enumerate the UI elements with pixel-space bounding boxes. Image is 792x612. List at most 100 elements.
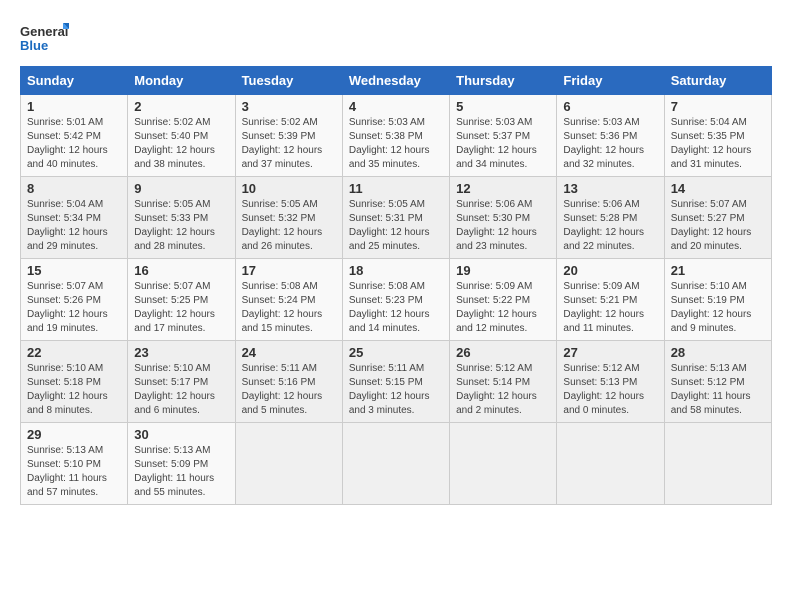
calendar-cell: 22 Sunrise: 5:10 AMSunset: 5:18 PMDayligh… (21, 341, 128, 423)
day-info: Sunrise: 5:09 AMSunset: 5:21 PMDaylight:… (563, 280, 657, 336)
calendar-cell: 11 Sunrise: 5:05 AMSunset: 5:31 PMDayligh… (342, 177, 449, 259)
calendar-cell: 4 Sunrise: 5:03 AMSunset: 5:38 PMDaylight… (342, 95, 449, 177)
calendar-cell: 13 Sunrise: 5:06 AMSunset: 5:28 PMDayligh… (557, 177, 664, 259)
day-number: 22 (27, 345, 121, 360)
calendar-header-sunday: Sunday (21, 67, 128, 95)
day-info: Sunrise: 5:07 AMSunset: 5:27 PMDaylight:… (671, 198, 765, 254)
day-number: 11 (349, 181, 443, 196)
header: General Blue (20, 20, 772, 56)
day-info: Sunrise: 5:12 AMSunset: 5:14 PMDaylight:… (456, 362, 550, 418)
day-number: 6 (563, 99, 657, 114)
day-number: 19 (456, 263, 550, 278)
day-info: Sunrise: 5:07 AMSunset: 5:26 PMDaylight:… (27, 280, 121, 336)
calendar-cell: 1 Sunrise: 5:01 AMSunset: 5:42 PMDaylight… (21, 95, 128, 177)
day-info: Sunrise: 5:03 AMSunset: 5:36 PMDaylight:… (563, 116, 657, 172)
calendar-cell: 14Sunrise: 5:07 AMSunset: 5:27 PMDayligh… (664, 177, 771, 259)
day-info: Sunrise: 5:07 AMSunset: 5:25 PMDaylight:… (134, 280, 228, 336)
day-info: Sunrise: 5:11 AMSunset: 5:16 PMDaylight:… (242, 362, 336, 418)
calendar-cell: 29Sunrise: 5:13 AMSunset: 5:10 PMDayligh… (21, 423, 128, 505)
calendar-header-row: SundayMondayTuesdayWednesdayThursdayFrid… (21, 67, 772, 95)
day-number: 9 (134, 181, 228, 196)
day-number: 15 (27, 263, 121, 278)
calendar-week-3: 15 Sunrise: 5:07 AMSunset: 5:26 PMDayligh… (21, 259, 772, 341)
calendar-cell (557, 423, 664, 505)
day-info: Sunrise: 5:04 AMSunset: 5:34 PMDaylight:… (27, 198, 121, 254)
calendar-cell: 6 Sunrise: 5:03 AMSunset: 5:36 PMDaylight… (557, 95, 664, 177)
logo: General Blue (20, 20, 70, 56)
day-number: 3 (242, 99, 336, 114)
day-info: Sunrise: 5:10 AMSunset: 5:18 PMDaylight:… (27, 362, 121, 418)
calendar-header-friday: Friday (557, 67, 664, 95)
logo-svg: General Blue (20, 20, 70, 56)
day-number: 17 (242, 263, 336, 278)
calendar-cell: 16 Sunrise: 5:07 AMSunset: 5:25 PMDayligh… (128, 259, 235, 341)
day-info: Sunrise: 5:06 AMSunset: 5:28 PMDaylight:… (563, 198, 657, 254)
calendar-cell: 18Sunrise: 5:08 AMSunset: 5:23 PMDayligh… (342, 259, 449, 341)
calendar-cell: 10Sunrise: 5:05 AMSunset: 5:32 PMDayligh… (235, 177, 342, 259)
calendar-cell: 26 Sunrise: 5:12 AMSunset: 5:14 PMDayligh… (450, 341, 557, 423)
day-info: Sunrise: 5:01 AMSunset: 5:42 PMDaylight:… (27, 116, 121, 172)
day-number: 28 (671, 345, 765, 360)
calendar-week-1: 1 Sunrise: 5:01 AMSunset: 5:42 PMDaylight… (21, 95, 772, 177)
day-number: 8 (27, 181, 121, 196)
calendar-cell: 12 Sunrise: 5:06 AMSunset: 5:30 PMDayligh… (450, 177, 557, 259)
calendar-cell: 7 Sunrise: 5:04 AMSunset: 5:35 PMDaylight… (664, 95, 771, 177)
calendar-cell (235, 423, 342, 505)
day-number: 7 (671, 99, 765, 114)
calendar-cell (450, 423, 557, 505)
day-info: Sunrise: 5:04 AMSunset: 5:35 PMDaylight:… (671, 116, 765, 172)
calendar-week-4: 22 Sunrise: 5:10 AMSunset: 5:18 PMDayligh… (21, 341, 772, 423)
day-info: Sunrise: 5:13 AMSunset: 5:12 PMDaylight:… (671, 362, 765, 418)
calendar-cell: 24 Sunrise: 5:11 AMSunset: 5:16 PMDayligh… (235, 341, 342, 423)
day-number: 4 (349, 99, 443, 114)
calendar-header-thursday: Thursday (450, 67, 557, 95)
calendar-cell: 8 Sunrise: 5:04 AMSunset: 5:34 PMDaylight… (21, 177, 128, 259)
day-info: Sunrise: 5:02 AMSunset: 5:39 PMDaylight:… (242, 116, 336, 172)
calendar-cell: 17Sunrise: 5:08 AMSunset: 5:24 PMDayligh… (235, 259, 342, 341)
calendar-cell: 23 Sunrise: 5:10 AMSunset: 5:17 PMDayligh… (128, 341, 235, 423)
day-number: 2 (134, 99, 228, 114)
calendar-cell: 28 Sunrise: 5:13 AMSunset: 5:12 PMDayligh… (664, 341, 771, 423)
day-number: 27 (563, 345, 657, 360)
day-info: Sunrise: 5:13 AMSunset: 5:10 PMDaylight:… (27, 444, 121, 500)
calendar-header-monday: Monday (128, 67, 235, 95)
svg-text:Blue: Blue (20, 38, 48, 53)
day-number: 16 (134, 263, 228, 278)
calendar-body: 1 Sunrise: 5:01 AMSunset: 5:42 PMDaylight… (21, 95, 772, 505)
calendar-cell: 19 Sunrise: 5:09 AMSunset: 5:22 PMDayligh… (450, 259, 557, 341)
day-number: 18 (349, 263, 443, 278)
day-number: 1 (27, 99, 121, 114)
day-number: 13 (563, 181, 657, 196)
day-number: 30 (134, 427, 228, 442)
calendar-header-saturday: Saturday (664, 67, 771, 95)
calendar-cell: 15 Sunrise: 5:07 AMSunset: 5:26 PMDayligh… (21, 259, 128, 341)
day-info: Sunrise: 5:13 AMSunset: 5:09 PMDaylight:… (134, 444, 228, 500)
day-info: Sunrise: 5:06 AMSunset: 5:30 PMDaylight:… (456, 198, 550, 254)
day-info: Sunrise: 5:05 AMSunset: 5:33 PMDaylight:… (134, 198, 228, 254)
calendar-cell: 9 Sunrise: 5:05 AMSunset: 5:33 PMDaylight… (128, 177, 235, 259)
day-number: 12 (456, 181, 550, 196)
calendar-cell: 27Sunrise: 5:12 AMSunset: 5:13 PMDayligh… (557, 341, 664, 423)
day-number: 23 (134, 345, 228, 360)
day-info: Sunrise: 5:05 AMSunset: 5:32 PMDaylight:… (242, 198, 336, 254)
calendar-week-5: 29Sunrise: 5:13 AMSunset: 5:10 PMDayligh… (21, 423, 772, 505)
calendar-table: SundayMondayTuesdayWednesdayThursdayFrid… (20, 66, 772, 505)
calendar-cell: 3 Sunrise: 5:02 AMSunset: 5:39 PMDaylight… (235, 95, 342, 177)
day-info: Sunrise: 5:10 AMSunset: 5:17 PMDaylight:… (134, 362, 228, 418)
day-info: Sunrise: 5:11 AMSunset: 5:15 PMDaylight:… (349, 362, 443, 418)
day-number: 5 (456, 99, 550, 114)
day-number: 21 (671, 263, 765, 278)
day-info: Sunrise: 5:09 AMSunset: 5:22 PMDaylight:… (456, 280, 550, 336)
calendar-cell (664, 423, 771, 505)
calendar-cell: 21Sunrise: 5:10 AMSunset: 5:19 PMDayligh… (664, 259, 771, 341)
day-info: Sunrise: 5:02 AMSunset: 5:40 PMDaylight:… (134, 116, 228, 172)
day-number: 24 (242, 345, 336, 360)
day-info: Sunrise: 5:05 AMSunset: 5:31 PMDaylight:… (349, 198, 443, 254)
calendar-cell (342, 423, 449, 505)
day-info: Sunrise: 5:03 AMSunset: 5:37 PMDaylight:… (456, 116, 550, 172)
day-number: 26 (456, 345, 550, 360)
calendar-cell: 20Sunrise: 5:09 AMSunset: 5:21 PMDayligh… (557, 259, 664, 341)
day-info: Sunrise: 5:03 AMSunset: 5:38 PMDaylight:… (349, 116, 443, 172)
calendar-cell: 25Sunrise: 5:11 AMSunset: 5:15 PMDayligh… (342, 341, 449, 423)
calendar-header-wednesday: Wednesday (342, 67, 449, 95)
